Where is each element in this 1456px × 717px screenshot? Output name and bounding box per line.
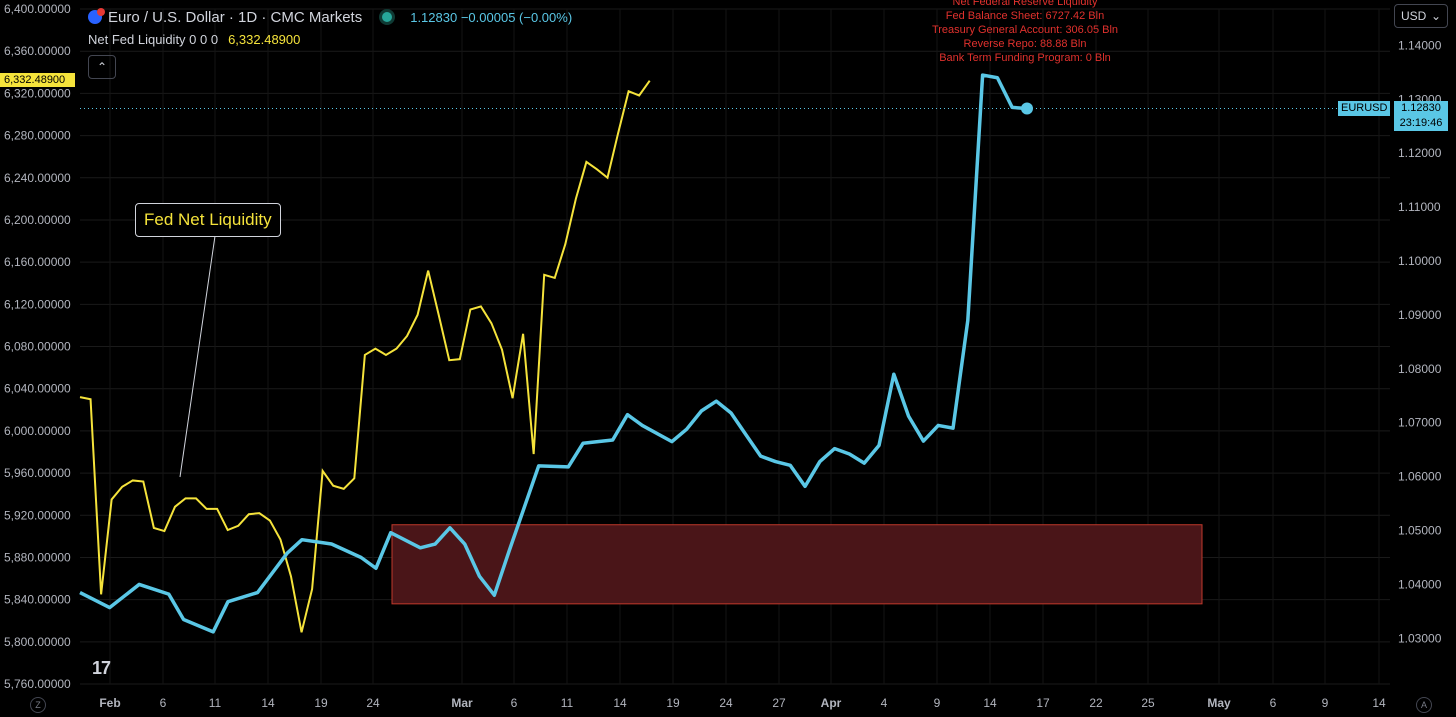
right-tick-label: 1.14000 <box>1398 38 1442 52</box>
time-tick-label: Apr <box>821 696 842 710</box>
note-line: Bank Term Funding Program: 0 Bln <box>939 52 1111 64</box>
left-tick-label: 5,760.00000 <box>4 677 71 691</box>
time-tick-label: 17 <box>1036 696 1050 710</box>
time-tick-label: 6 <box>1270 696 1277 710</box>
chevron-down-icon: ⌄ <box>1430 9 1441 23</box>
left-tick-label: 5,840.00000 <box>4 593 71 607</box>
right-tick-label: 1.11000 <box>1398 200 1441 214</box>
left-tick-label: 6,000.00000 <box>4 424 71 438</box>
left-tick-label: 6,200.00000 <box>4 213 71 227</box>
note-line: Treasury General Account: 306.05 Bln <box>931 24 1119 36</box>
left-tick-label: 5,920.00000 <box>4 508 71 522</box>
time-tick-label: 14 <box>261 696 275 710</box>
time-tick-label: 25 <box>1141 696 1155 710</box>
left-tick-label: 5,960.00000 <box>4 466 71 480</box>
time-tick-label: 14 <box>1372 696 1386 710</box>
time-tick-label: 6 <box>160 696 167 710</box>
flag-icon <box>88 8 105 24</box>
callout-pointer <box>179 235 216 478</box>
indicator-value: 6,332.48900 <box>228 32 301 47</box>
last-price-marker <box>1021 102 1033 115</box>
bar-countdown: 23:19:46 <box>1399 117 1443 129</box>
time-tick-label: 11 <box>561 696 574 710</box>
right-tick-label: 1.04000 <box>1398 577 1442 591</box>
currency-label: USD <box>1401 9 1427 23</box>
right-tick-label: 1.07000 <box>1398 416 1442 430</box>
time-tick-label: 14 <box>613 696 627 710</box>
indicator-legend[interactable]: Net Fed Liquidity 0 0 0 6,332.48900 <box>88 32 300 47</box>
time-tick-label: 9 <box>1322 696 1329 710</box>
market-status-icon <box>382 12 393 22</box>
right-tick-label: 1.12000 <box>1398 146 1442 160</box>
liquidity-notes: Net Federal Reserve Liquidity Fed Balanc… <box>900 0 1150 65</box>
callout-fed-net-liquidity[interactable]: Fed Net Liquidity <box>135 203 281 237</box>
indicator-name: Net Fed Liquidity 0 0 0 <box>88 32 219 47</box>
left-tick-label: 6,080.00000 <box>4 340 71 354</box>
chevron-up-icon[interactable]: ⌃ <box>88 55 116 79</box>
price-chart[interactable]: 6,400.00000 6,360.00000 6,320.00000 6,280.0… <box>0 0 1456 717</box>
left-tick-label: 6,160.00000 <box>4 255 71 269</box>
left-price-axis[interactable]: 6,400.00000 6,360.00000 6,320.00000 6,280.0… <box>4 2 71 691</box>
right-tick-label: 1.10000 <box>1398 254 1442 268</box>
right-price-value: 1.12830 <box>1401 102 1441 114</box>
auto-scale-left-button[interactable]: Z <box>30 697 46 713</box>
tradingview-logo: 17 <box>92 658 111 678</box>
header-price: 1.12830 −0.00005 (−0.00%) <box>410 9 573 25</box>
time-tick-label: 6 <box>511 696 518 710</box>
left-tick-label: 5,800.00000 <box>4 635 71 649</box>
note-line: Reverse Repo: 88.88 Bln <box>963 38 1087 50</box>
time-tick-label: 24 <box>719 696 733 710</box>
right-price-tag: 1.12830 23:19:46 <box>1394 101 1448 131</box>
left-tick-label: 6,280.00000 <box>4 129 71 143</box>
left-tick-label: 6,240.00000 <box>4 171 71 185</box>
auto-scale-right-button[interactable]: A <box>1416 697 1432 713</box>
symbol-title: Euro / U.S. Dollar · 1D · CMC Markets <box>108 8 363 26</box>
currency-selector[interactable]: USD ⌄ <box>1394 4 1448 28</box>
left-price-tag: 6,332.48900 <box>0 73 75 87</box>
right-tick-label: 1.05000 <box>1398 524 1442 538</box>
time-tick-label: 24 <box>366 696 380 710</box>
time-tick-label: 19 <box>314 696 328 710</box>
symbol-price-tag: EURUSD <box>1338 101 1391 116</box>
left-tick-label: 6,320.00000 <box>4 86 71 100</box>
right-tick-label: 1.03000 <box>1398 631 1442 645</box>
symbol-header[interactable]: Euro / U.S. Dollar · 1D · CMC Markets 1.… <box>88 6 572 28</box>
note-line: Net Federal Reserve Liquidity <box>952 0 1098 8</box>
time-tick-label: 14 <box>983 696 997 710</box>
right-tick-label: 1.08000 <box>1398 362 1442 376</box>
note-line: Fed Balance Sheet: 6727.42 Bln <box>945 10 1105 22</box>
left-tick-label: 6,400.00000 <box>4 2 71 16</box>
time-tick-label: 11 <box>209 696 222 710</box>
time-tick-label: May <box>1207 696 1231 710</box>
time-tick-label: 4 <box>881 696 888 710</box>
time-tick-label: 19 <box>666 696 680 710</box>
time-axis[interactable]: Feb 6 11 14 19 24 Mar 6 11 14 19 24 27 Apr 4 9 14 17 22 25 M… <box>99 696 1386 710</box>
left-tick-label: 5,880.00000 <box>4 550 71 564</box>
time-tick-label: 9 <box>934 696 941 710</box>
time-tick-label: 22 <box>1089 696 1103 710</box>
right-tick-label: 1.09000 <box>1398 308 1442 322</box>
left-tick-label: 6,040.00000 <box>4 382 71 396</box>
left-tick-label: 6,360.00000 <box>4 44 71 58</box>
left-tick-label: 6,120.00000 <box>4 297 71 311</box>
time-tick-label: 27 <box>772 696 786 710</box>
time-tick-label: Feb <box>99 696 120 710</box>
right-tick-label: 1.06000 <box>1398 470 1442 484</box>
time-tick-label: Mar <box>451 696 473 710</box>
